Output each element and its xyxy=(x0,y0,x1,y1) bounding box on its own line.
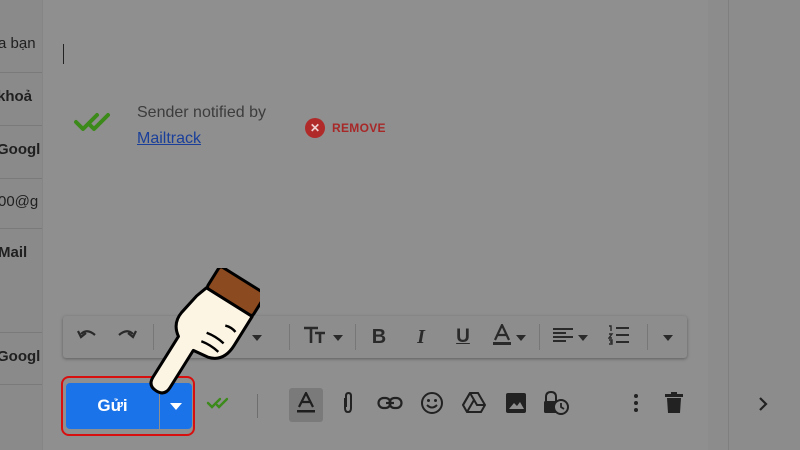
text-format-icon xyxy=(296,390,316,419)
divider xyxy=(0,72,42,73)
trash-icon xyxy=(665,391,683,419)
mailtrack-notice: Sender notified by Mailtrack ✕ REMOVE xyxy=(73,100,473,160)
undo-icon xyxy=(76,326,98,349)
divider xyxy=(0,384,42,385)
close-icon: ✕ xyxy=(305,118,325,138)
bold-button[interactable]: B xyxy=(363,316,395,358)
divider xyxy=(0,125,42,126)
remove-tracking-button[interactable]: ✕ REMOVE xyxy=(305,118,386,138)
text-cursor xyxy=(63,44,64,64)
divider xyxy=(728,0,729,450)
discard-draft-button[interactable] xyxy=(657,388,691,422)
drive-icon xyxy=(461,391,487,419)
underline-icon: U xyxy=(456,326,470,347)
bold-icon: B xyxy=(371,325,387,348)
divider xyxy=(0,178,42,179)
email-list-item[interactable]: khoả xyxy=(0,88,39,105)
side-panel xyxy=(708,0,800,450)
link-icon xyxy=(377,396,403,415)
pointing-hand-icon xyxy=(120,265,267,403)
insert-link-button[interactable] xyxy=(373,388,407,422)
email-list-item[interactable]: Mail xyxy=(0,244,40,261)
email-list-item[interactable]: a bạn xyxy=(0,35,40,52)
underline-button[interactable]: U xyxy=(447,316,479,358)
italic-icon: I xyxy=(417,325,425,348)
numbered-list-icon xyxy=(607,324,630,350)
remove-label: REMOVE xyxy=(332,121,386,135)
numbered-list-button[interactable] xyxy=(603,316,635,358)
chevron-down-icon xyxy=(516,328,526,346)
paperclip-icon xyxy=(341,391,355,420)
divider xyxy=(647,324,648,350)
image-icon xyxy=(505,392,527,419)
more-options-button[interactable] xyxy=(619,388,653,422)
insert-photo-button[interactable] xyxy=(499,388,533,422)
align-button[interactable] xyxy=(545,316,595,358)
email-list-item[interactable]: 00@g xyxy=(0,193,40,210)
insert-drive-button[interactable] xyxy=(457,388,491,422)
double-check-icon xyxy=(73,110,117,139)
text-size-icon xyxy=(303,326,329,349)
divider xyxy=(0,332,42,333)
chevron-down-icon xyxy=(578,328,588,346)
divider xyxy=(0,228,42,229)
mailtrack-link[interactable]: Mailtrack xyxy=(137,130,201,148)
email-list-peek: a bạn khoả Googl 00@g Mail Googl xyxy=(0,0,42,450)
chevron-down-icon xyxy=(333,328,343,346)
confidential-mode-button[interactable] xyxy=(539,388,573,422)
text-color-button[interactable] xyxy=(485,316,533,358)
divider xyxy=(355,324,356,350)
mailtrack-notice-text: Sender notified by xyxy=(137,104,266,121)
chevron-right-icon[interactable] xyxy=(758,396,768,417)
more-vert-icon xyxy=(633,393,639,418)
divider xyxy=(539,324,540,350)
more-formatting-button[interactable] xyxy=(655,316,681,358)
italic-button[interactable]: I xyxy=(405,316,437,358)
insert-emoji-button[interactable] xyxy=(415,388,449,422)
emoji-icon xyxy=(420,391,444,420)
formatting-options-button[interactable] xyxy=(289,388,323,422)
email-list-item[interactable]: Googl xyxy=(0,141,40,158)
font-size-button[interactable] xyxy=(297,316,349,358)
align-left-icon xyxy=(552,327,574,348)
attach-file-button[interactable] xyxy=(331,388,365,422)
divider xyxy=(289,324,290,350)
email-list-item[interactable]: Googl xyxy=(0,348,40,365)
chevron-down-icon xyxy=(663,328,673,346)
lock-clock-icon xyxy=(543,390,569,420)
text-color-icon xyxy=(492,321,512,351)
undo-button[interactable] xyxy=(71,316,103,358)
